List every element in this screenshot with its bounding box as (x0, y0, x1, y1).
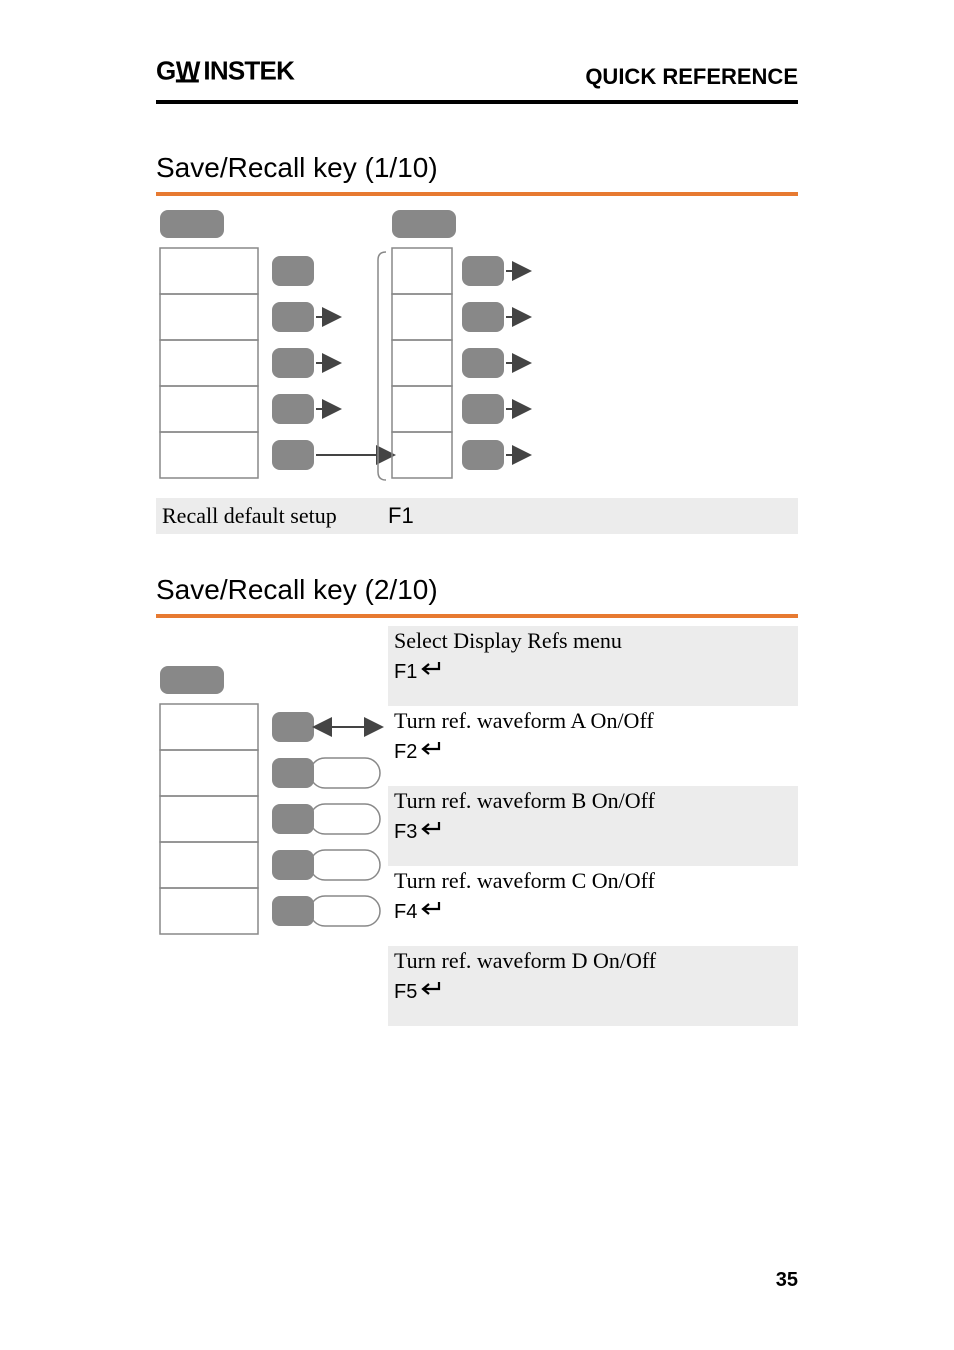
key-text: F2 (394, 741, 417, 764)
key-text: F1 (394, 661, 417, 684)
stack-row: Select Display Refs menu F1 (388, 626, 798, 706)
stack-key: F4 (394, 900, 443, 924)
return-icon (419, 660, 443, 684)
stack-key: F1 (394, 660, 443, 684)
return-icon (419, 980, 443, 1004)
stack-row: Turn ref. waveform A On/Off F2 (388, 706, 798, 786)
greybar-1: Recall default setup F1 (156, 498, 798, 534)
key-text: F3 (394, 821, 417, 844)
return-icon (419, 900, 443, 924)
section2-stack: Select Display Refs menu F1 Turn ref. wa… (388, 626, 798, 1026)
stack-key: F5 (394, 980, 443, 1004)
stack-text: Turn ref. waveform B On/Off (394, 788, 792, 814)
section1-underline (156, 192, 798, 196)
header-section: QUICK REFERENCE (585, 64, 798, 90)
stack-text: Select Display Refs menu (394, 628, 792, 654)
diagram-1 (156, 204, 566, 504)
header-divider (156, 100, 798, 104)
section2-title: Save/Recall key (2/10) (156, 574, 438, 606)
page-number: 35 (776, 1269, 798, 1292)
return-icon (419, 740, 443, 764)
stack-text: Turn ref. waveform A On/Off (394, 708, 792, 734)
svg-text:G: G (156, 58, 176, 84)
svg-text:INSTEK: INSTEK (203, 58, 295, 84)
diagram-2 (156, 660, 386, 960)
stack-text: Turn ref. waveform D On/Off (394, 948, 792, 974)
stack-row: Turn ref. waveform C On/Off F4 (388, 866, 798, 946)
stack-row: Turn ref. waveform D On/Off F5 (388, 946, 798, 1026)
key-label: F1 (388, 498, 414, 534)
stack-row: Turn ref. waveform B On/Off F3 (388, 786, 798, 866)
section2-underline (156, 614, 798, 618)
stack-text: Turn ref. waveform C On/Off (394, 868, 792, 894)
stack-key: F3 (394, 820, 443, 844)
return-icon (419, 820, 443, 844)
action-label: Recall default setup (162, 498, 337, 534)
section1-title: Save/Recall key (1/10) (156, 152, 438, 184)
stack-key: F2 (394, 740, 443, 764)
key-text: F4 (394, 901, 417, 924)
key-text: F5 (394, 981, 417, 1004)
